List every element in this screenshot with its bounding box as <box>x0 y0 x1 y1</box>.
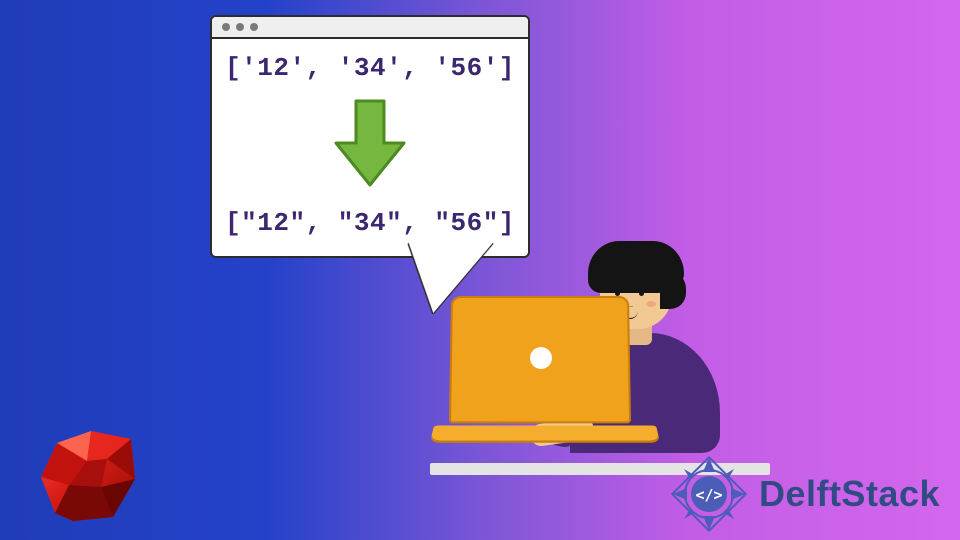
delftstack-badge-icon: </> <box>669 454 749 534</box>
ruby-logo-icon <box>35 425 145 525</box>
laptop-base <box>430 426 660 443</box>
code-speech-bubble: ['12', '34', '56'] ["12", "34", "56"] <box>210 15 530 258</box>
person-eye <box>639 291 644 296</box>
code-output-line: ["12", "34", "56"] <box>225 208 515 238</box>
svg-text:</>: </> <box>695 486 722 504</box>
person-eyebrow <box>610 283 624 286</box>
delftstack-logo: </> DelftStack <box>669 454 940 534</box>
code-input-line: ['12', '34', '56'] <box>225 53 515 83</box>
person-eyebrow <box>634 283 648 286</box>
window-dot-icon <box>236 23 244 31</box>
arrow-down-icon <box>332 99 408 194</box>
window-dot-icon <box>250 23 258 31</box>
window-titlebar <box>212 17 528 39</box>
window-dot-icon <box>222 23 230 31</box>
delftstack-brand-text: DelftStack <box>759 473 940 515</box>
laptop-logo-icon <box>530 347 552 369</box>
person-cheek <box>646 301 656 307</box>
code-body: ['12', '34', '56'] ["12", "34", "56"] <box>212 39 528 256</box>
